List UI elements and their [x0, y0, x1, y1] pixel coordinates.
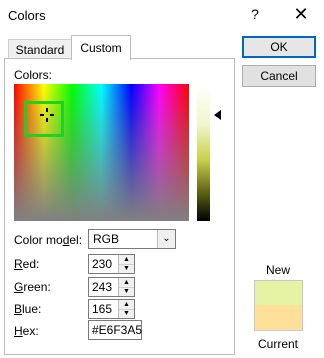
current-color-label: Current	[257, 337, 298, 351]
crosshair-icon[interactable]	[40, 108, 54, 122]
green-stepper[interactable]: 243 ▲ ▼	[88, 277, 135, 297]
new-color-label: New	[265, 263, 290, 277]
chevron-down-icon[interactable]: ⌄	[157, 230, 175, 248]
close-button[interactable]: ✕	[292, 4, 310, 24]
tab-custom[interactable]: Custom	[71, 35, 131, 60]
green-value[interactable]: 243	[92, 280, 112, 294]
new-color-swatch	[255, 281, 302, 305]
blue-label: Blue:	[14, 302, 42, 316]
hex-value[interactable]: #E6F3A5	[92, 323, 142, 337]
tab-standard[interactable]: Standard	[8, 39, 72, 59]
dialog-title: Colors	[8, 8, 46, 23]
blue-stepper[interactable]: 165 ▲ ▼	[88, 299, 135, 319]
cancel-button[interactable]: Cancel	[242, 65, 316, 87]
hex-label: Hex:	[14, 324, 39, 338]
color-model-select[interactable]: RGB ⌄	[88, 229, 176, 249]
red-stepper[interactable]: 230 ▲ ▼	[88, 254, 135, 274]
colors-label: Colors:	[14, 68, 53, 82]
blue-value[interactable]: 165	[92, 302, 112, 316]
color-model-value: RGB	[93, 232, 120, 246]
red-value[interactable]: 230	[92, 257, 112, 271]
luminance-arrow-icon[interactable]	[214, 110, 221, 120]
hex-input[interactable]: #E6F3A5	[88, 320, 142, 340]
green-down-icon[interactable]: ▼	[119, 287, 134, 296]
luminance-slider[interactable]	[197, 84, 210, 221]
red-label: Red:	[14, 257, 40, 271]
color-model-label: Color model:	[14, 233, 83, 247]
help-button[interactable]: ?	[246, 4, 264, 24]
ok-button[interactable]: OK	[242, 36, 316, 58]
green-label: Green:	[14, 280, 51, 294]
blue-down-icon[interactable]: ▼	[119, 309, 134, 318]
current-color-swatch	[255, 305, 302, 330]
red-down-icon[interactable]: ▼	[119, 264, 134, 273]
